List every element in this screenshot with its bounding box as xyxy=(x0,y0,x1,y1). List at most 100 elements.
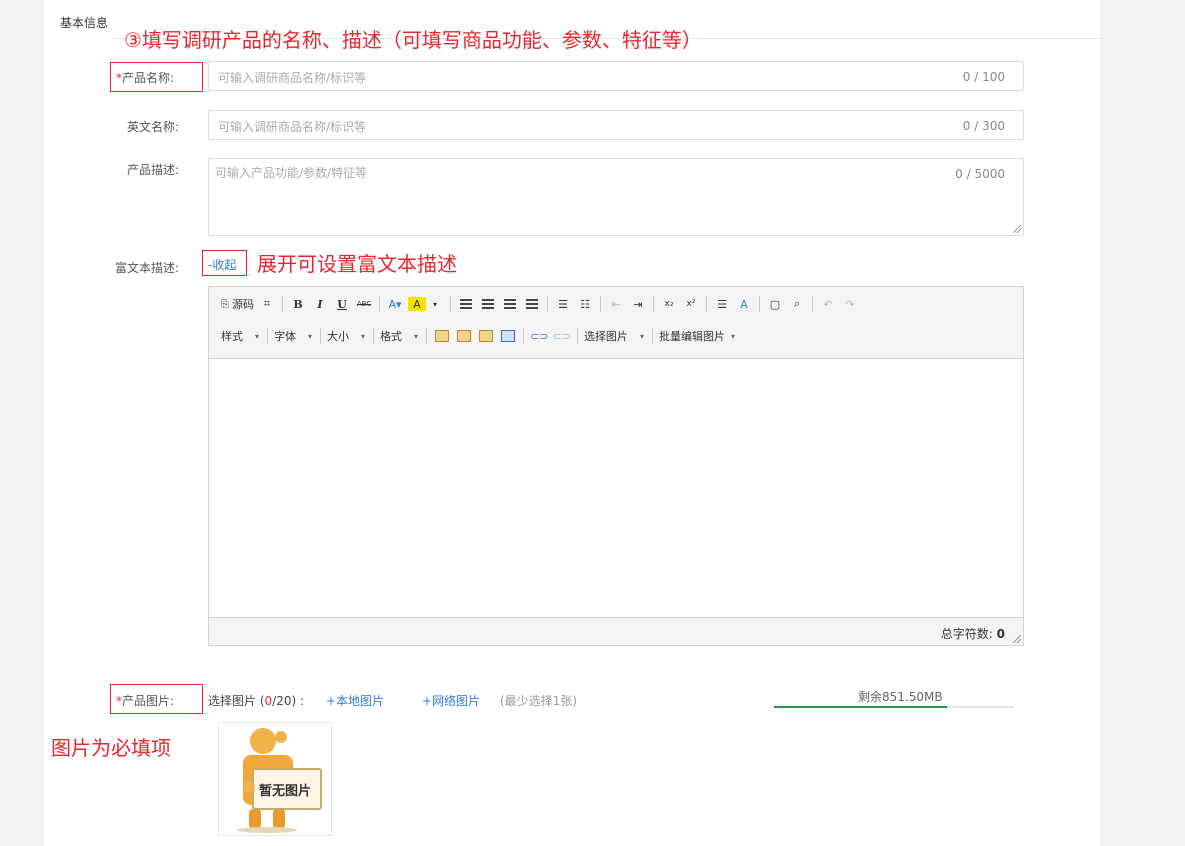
char-count: 总字符数: 0 xyxy=(941,625,1005,642)
superscript-icon[interactable]: x² xyxy=(682,294,700,314)
product-desc-textarea[interactable]: 可输入产品功能/参数/特征等 0 / 5000 xyxy=(208,158,1024,236)
font-dropdown[interactable]: 字体 ▾ xyxy=(274,328,312,344)
section-title: 基本信息 xyxy=(60,16,109,30)
english-name-input[interactable]: 可输入调研商品名称/标识等 0 / 300 xyxy=(208,110,1024,140)
underline-icon[interactable]: U xyxy=(333,294,351,314)
size-dropdown[interactable]: 大小 ▾ xyxy=(327,328,365,344)
image-select-summary: 选择图片 (0/20) : xyxy=(208,692,304,709)
english-name-counter: 0 / 300 xyxy=(962,119,1005,133)
toolbar-row-1: ⎘源码 ⌗ B I U ABC A▾ A▾ ☰ ☷ ⇤ ⇥ x₂ x² ☰ xyxy=(221,293,863,315)
toolbar-separator xyxy=(379,296,380,312)
select-prefix: 选择图片 xyxy=(208,694,257,708)
colon: : xyxy=(300,694,305,708)
product-desc-placeholder: 可输入产品功能/参数/特征等 xyxy=(215,166,368,180)
paste-text-icon[interactable] xyxy=(455,326,473,346)
numbered-list-icon[interactable]: ☷ xyxy=(576,294,594,314)
paste-icon[interactable] xyxy=(433,326,451,346)
batch-edit-dropdown[interactable]: 批量编辑图片 ▾ xyxy=(659,328,735,344)
align-justify-icon[interactable] xyxy=(523,294,541,314)
editor-statusbar: 总字符数: 0 xyxy=(209,617,1023,645)
product-desc-counter: 0 / 5000 xyxy=(955,167,1005,181)
product-image-label-text: 产品图片: xyxy=(122,694,175,708)
chevron-down-icon: ▾ xyxy=(730,331,735,341)
toolbar-row-2: 样式 ▾ 字体 ▾ 大小 ▾ 格式 ▾ ⊂⊃ ⊂⊃ 选择图片 ▾ 批量编辑图片 ▾ xyxy=(221,325,741,347)
align-left-icon[interactable] xyxy=(457,294,475,314)
product-name-input[interactable]: 可输入调研商品名称/标识等 0 / 100 xyxy=(208,61,1024,91)
no-image-figure-icon xyxy=(237,728,322,833)
paste-word-icon[interactable] xyxy=(477,326,495,346)
chevron-down-icon: ▾ xyxy=(308,331,313,341)
toolbar-separator xyxy=(426,328,428,344)
source-label: 源码 xyxy=(232,298,254,311)
rich-text-label: 富文本描述: xyxy=(115,261,180,275)
strikethrough-icon[interactable]: ABC xyxy=(355,294,373,314)
font-color-icon[interactable]: A▾ xyxy=(386,294,404,314)
storage-progress-fill xyxy=(774,706,947,708)
unlink-icon[interactable]: ⊂⊃ xyxy=(553,326,571,346)
chevron-down-icon: ▾ xyxy=(639,331,644,341)
product-image-label: *产品图片: xyxy=(116,692,174,709)
resize-handle[interactable] xyxy=(1013,225,1021,233)
toolbar-separator xyxy=(812,296,813,312)
format-dropdown-label: 格式 xyxy=(380,330,403,343)
size-dropdown-label: 大小 xyxy=(327,330,350,343)
toolbar-separator xyxy=(267,328,269,344)
toolbar-separator xyxy=(576,328,578,344)
min-select-hint: (最少选择1张) xyxy=(500,694,577,708)
bold-icon[interactable]: B xyxy=(289,294,307,314)
annotation-step3: ③填写调研产品的名称、描述（可填写商品功能、参数、特征等） xyxy=(124,28,702,52)
char-count-label: 总字符数: xyxy=(940,627,993,641)
annotation-image-required: 图片为必填项 xyxy=(51,736,171,760)
storage-progress xyxy=(774,706,1014,708)
storage-remaining: 剩余851.50MB xyxy=(858,690,943,704)
bullet-list-icon[interactable]: ☰ xyxy=(554,294,572,314)
paren-close: ) xyxy=(291,694,297,708)
toolbar-separator xyxy=(373,328,375,344)
style-dropdown[interactable]: 样式 ▾ xyxy=(221,328,259,344)
no-image-text: 暂无图片 xyxy=(259,784,312,799)
link-icon[interactable]: ⊂⊃ xyxy=(530,326,548,346)
toolbar-separator xyxy=(759,296,760,312)
source-icon: ⎘ xyxy=(221,298,229,310)
toolbar-separator xyxy=(653,296,654,312)
format-dropdown[interactable]: 格式 ▾ xyxy=(380,328,418,344)
new-document-icon[interactable]: ▢ xyxy=(766,294,784,314)
fullscreen-icon[interactable]: ⌗ xyxy=(258,294,276,314)
product-name-counter: 0 / 100 xyxy=(962,70,1005,84)
local-image-link[interactable]: +本地图片 xyxy=(326,692,384,709)
choose-image-dropdown[interactable]: 选择图片 ▾ xyxy=(584,328,644,344)
batch-edit-label: 批量编辑图片 xyxy=(658,330,725,343)
background-color-dropdown-icon[interactable]: ▾ xyxy=(426,294,444,314)
subscript-icon[interactable]: x₂ xyxy=(660,294,678,314)
preview-icon[interactable]: ⌕ xyxy=(788,294,806,314)
annotation-rich-text-hint: 展开可设置富文本描述 xyxy=(257,252,457,276)
network-image-link[interactable]: +网络图片 xyxy=(422,692,480,709)
english-name-placeholder: 可输入调研商品名称/标识等 xyxy=(218,120,367,134)
redo-icon[interactable]: ↷ xyxy=(841,294,859,314)
total-count: /20 xyxy=(272,694,292,708)
italic-icon[interactable]: I xyxy=(311,294,329,314)
product-name-placeholder: 可输入调研商品名称/标识等 xyxy=(218,71,367,85)
indent-icon[interactable]: ⇥ xyxy=(629,294,647,314)
chevron-down-icon: ▾ xyxy=(255,331,260,341)
no-image-placeholder: 暂无图片 xyxy=(218,722,332,836)
source-button[interactable]: ⎘ 源码 xyxy=(221,294,254,314)
toolbar-separator xyxy=(450,296,451,312)
align-right-icon[interactable] xyxy=(501,294,519,314)
toolbar-separator xyxy=(547,296,548,312)
outdent-icon[interactable]: ⇤ xyxy=(607,294,625,314)
editor-resize-handle[interactable] xyxy=(1013,635,1021,643)
background-color-icon[interactable]: A xyxy=(408,297,426,311)
english-name-label: 英文名称: xyxy=(127,120,180,134)
rich-text-editor: ⎘源码 ⌗ B I U ABC A▾ A▾ ☰ ☷ ⇤ ⇥ x₂ x² ☰ xyxy=(208,286,1024,646)
toolbar-separator xyxy=(523,328,525,344)
product-name-label: *产品名称: xyxy=(116,69,174,86)
toolbar-separator xyxy=(320,328,322,344)
rich-text-toggle[interactable]: -收起 xyxy=(208,256,236,273)
table-icon[interactable] xyxy=(499,326,517,346)
toolbar-separator xyxy=(282,296,283,312)
align-center-icon[interactable] xyxy=(479,294,497,314)
undo-icon[interactable]: ↶ xyxy=(819,294,837,314)
clear-format-icon[interactable]: A xyxy=(735,294,753,314)
horizontal-rule-icon[interactable]: ☰ xyxy=(713,294,731,314)
